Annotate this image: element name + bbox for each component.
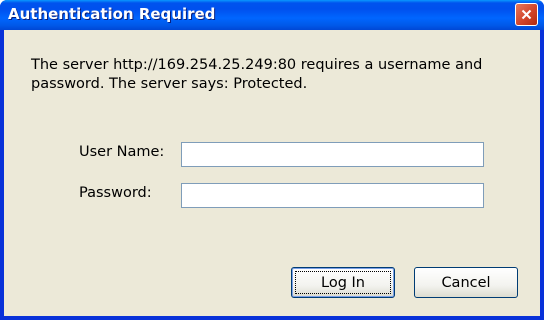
dialog-body: The server http://169.254.25.249:80 requ… xyxy=(4,30,540,316)
username-label: User Name: xyxy=(79,144,165,160)
cancel-button-label: Cancel xyxy=(441,274,491,291)
auth-dialog: Authentication Required The server http:… xyxy=(0,0,544,320)
focus-rectangle xyxy=(295,271,391,294)
close-x-icon xyxy=(521,9,532,20)
close-button[interactable] xyxy=(515,3,538,26)
auth-message: The server http://169.254.25.249:80 requ… xyxy=(31,57,483,92)
password-label: Password: xyxy=(79,185,152,201)
dialog-title: Authentication Required xyxy=(8,5,216,23)
login-button[interactable]: Log In xyxy=(291,267,395,298)
cancel-button[interactable]: Cancel xyxy=(414,267,518,298)
title-bar[interactable]: Authentication Required xyxy=(0,0,544,30)
password-field[interactable] xyxy=(181,183,484,208)
username-field[interactable] xyxy=(181,142,484,167)
